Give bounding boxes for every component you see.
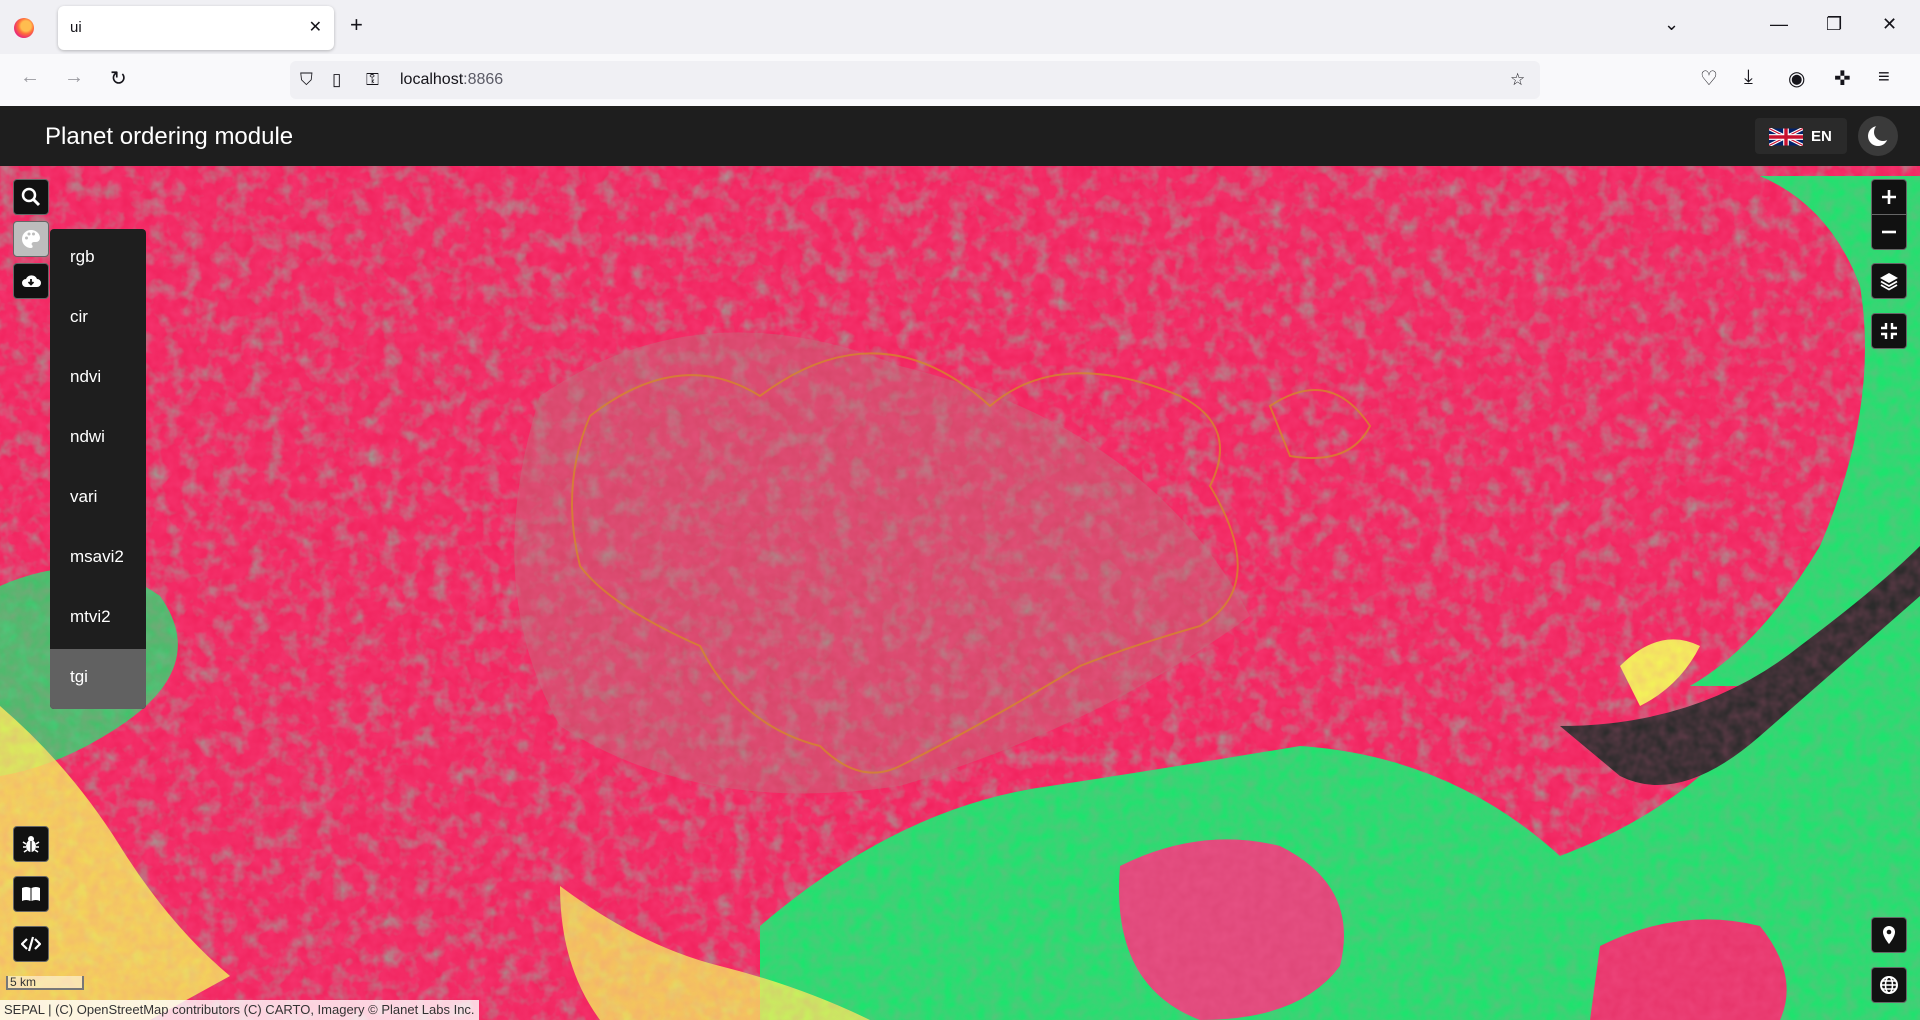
- basemap-button[interactable]: [1871, 967, 1907, 1003]
- tab-list-icon[interactable]: ⌄: [1664, 14, 1679, 35]
- menu-icon[interactable]: ≡: [1878, 66, 1890, 89]
- map-attribution: SEPAL | (C) OpenStreetMap contributors (…: [0, 1000, 479, 1020]
- pocket-icon[interactable]: ♡: [1700, 66, 1718, 91]
- palette-icon: [22, 230, 40, 248]
- uk-flag-icon: [1769, 128, 1803, 146]
- menu-item-mtvi2[interactable]: mtvi2: [50, 589, 146, 649]
- new-tab-icon[interactable]: +: [350, 12, 363, 38]
- back-icon[interactable]: ←: [20, 66, 40, 89]
- reload-icon[interactable]: ↻: [110, 66, 127, 91]
- bookmark-star-icon[interactable]: ☆: [1510, 70, 1525, 90]
- map-marker-icon: [1883, 926, 1895, 944]
- download-icon[interactable]: ⤓: [1744, 66, 1753, 89]
- account-avatar-icon[interactable]: ◉: [1788, 66, 1805, 91]
- browser-tab-strip: ui ✕ + ⌄ — ❐ ✕: [0, 0, 1920, 54]
- bug-report-button[interactable]: [13, 826, 49, 862]
- menu-item-rgb[interactable]: rgb: [50, 229, 146, 289]
- url-text: localhost:8866: [400, 71, 504, 88]
- book-icon: [22, 887, 40, 901]
- shield-icon[interactable]: ⛉: [300, 70, 313, 90]
- tab-title: ui: [70, 19, 82, 36]
- minimize-icon[interactable]: —: [1770, 14, 1788, 35]
- browser-tab[interactable]: ui ✕: [58, 6, 334, 50]
- visualization-menu: rgb cir ndvi ndwi vari msavi2 mtvi2 tgi: [50, 229, 146, 709]
- zoom-in-button[interactable]: [1871, 179, 1907, 215]
- menu-item-tgi[interactable]: tgi: [50, 649, 146, 709]
- visualization-button[interactable]: [13, 221, 49, 257]
- forward-icon[interactable]: →: [64, 66, 84, 89]
- layers-button[interactable]: [1871, 263, 1907, 299]
- satellite-imagery: [0, 166, 1920, 1020]
- close-window-icon[interactable]: ✕: [1882, 14, 1897, 35]
- menu-item-ndwi[interactable]: ndwi: [50, 409, 146, 469]
- cloud-download-icon: [22, 275, 41, 287]
- url-bar[interactable]: ⛉ ▯ ⚿ localhost:8866 ☆: [290, 61, 1540, 99]
- language-selector[interactable]: EN: [1755, 118, 1847, 154]
- menu-item-cir[interactable]: cir: [50, 289, 146, 349]
- search-icon: [21, 187, 41, 207]
- browser-navbar: ← → ↻ ⛉ ▯ ⚿ localhost:8866 ☆ ♡ ⤓ ◉ ✜ ≡: [0, 54, 1920, 107]
- minus-icon: [1882, 230, 1896, 234]
- download-button[interactable]: [13, 263, 49, 299]
- zoom-out-button[interactable]: [1871, 214, 1907, 250]
- language-label: EN: [1811, 128, 1832, 145]
- source-code-button[interactable]: [13, 926, 49, 962]
- map-canvas[interactable]: rgb cir ndvi ndwi vari msavi2 mtvi2 tgi: [0, 166, 1920, 1020]
- app-header: Planet ordering module EN: [0, 106, 1920, 166]
- theme-toggle-button[interactable]: [1858, 116, 1898, 156]
- close-tab-icon[interactable]: ✕: [309, 17, 322, 37]
- menu-item-vari[interactable]: vari: [50, 469, 146, 529]
- restore-icon[interactable]: ❐: [1826, 14, 1842, 35]
- code-icon: [21, 936, 41, 952]
- layers-icon: [1880, 273, 1898, 291]
- moon-icon: [1868, 123, 1892, 146]
- search-button[interactable]: [13, 179, 49, 215]
- globe-icon: [1880, 976, 1898, 994]
- locate-button[interactable]: [1871, 917, 1907, 953]
- compress-icon: [1881, 323, 1897, 339]
- key-icon[interactable]: ⚿: [366, 70, 379, 90]
- app-title: Planet ordering module: [45, 123, 294, 150]
- documentation-button[interactable]: [13, 876, 49, 912]
- menu-item-ndvi[interactable]: ndvi: [50, 349, 146, 409]
- firefox-icon: [14, 18, 34, 38]
- scale-bar: 5 km: [6, 976, 84, 990]
- page-icon[interactable]: ▯: [332, 70, 341, 90]
- bug-icon: [22, 836, 40, 853]
- menu-item-msavi2[interactable]: msavi2: [50, 529, 146, 589]
- extensions-icon[interactable]: ✜: [1834, 66, 1851, 91]
- plus-icon: [1882, 190, 1896, 204]
- fullscreen-button[interactable]: [1871, 313, 1907, 349]
